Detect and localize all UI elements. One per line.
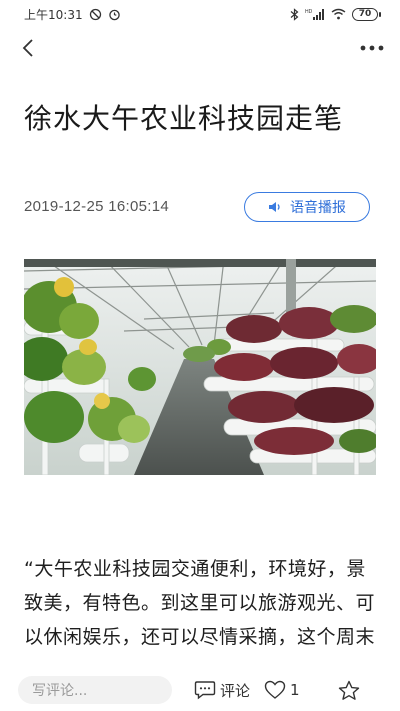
- article-body: “大午农业科技园交通便利，环境好，景致美，有特色。到这里可以旅游观光、可以休闲娱…: [24, 558, 376, 648]
- comment-label: 评论: [220, 681, 251, 700]
- more-dots-icon: [360, 45, 384, 51]
- status-bar: 上午10:31 HD 70: [0, 0, 400, 28]
- like-count: 1: [290, 681, 300, 699]
- bluetooth-icon: [290, 7, 299, 21]
- favorite-button[interactable]: [335, 676, 363, 704]
- heart-icon: [264, 680, 286, 699]
- battery-indicator: 70: [352, 7, 381, 21]
- svg-text:HD: HD: [305, 9, 313, 15]
- star-icon: [338, 680, 360, 700]
- voice-playback-button[interactable]: 语音播报: [244, 192, 370, 222]
- bottom-action-bar: 写评论... 评论 1: [0, 668, 400, 711]
- back-button[interactable]: [14, 34, 42, 62]
- status-left: 上午10:31: [24, 6, 121, 23]
- alarm-icon: [108, 8, 121, 21]
- status-right: HD 70: [290, 7, 381, 21]
- comment-input[interactable]: 写评论...: [18, 676, 172, 704]
- comment-button[interactable]: 评论: [194, 676, 250, 704]
- article-image: [24, 259, 376, 475]
- like-button[interactable]: 1: [264, 676, 300, 704]
- comment-bubble-icon: [194, 681, 216, 700]
- speaker-icon: [269, 202, 280, 212]
- chevron-left-icon: [22, 39, 33, 57]
- signal-icon: HD: [305, 8, 325, 21]
- more-button[interactable]: [358, 34, 386, 62]
- voice-playback-label: 语音播报: [290, 200, 346, 216]
- nav-bar: [0, 30, 400, 66]
- status-time: 上午10:31: [24, 7, 83, 22]
- article-title: 徐水大午农业科技园走笔: [24, 102, 344, 135]
- wifi-icon: [331, 8, 346, 20]
- do-not-disturb-icon: [89, 8, 102, 21]
- publish-date: 2019-12-25 16:05:14: [24, 198, 169, 215]
